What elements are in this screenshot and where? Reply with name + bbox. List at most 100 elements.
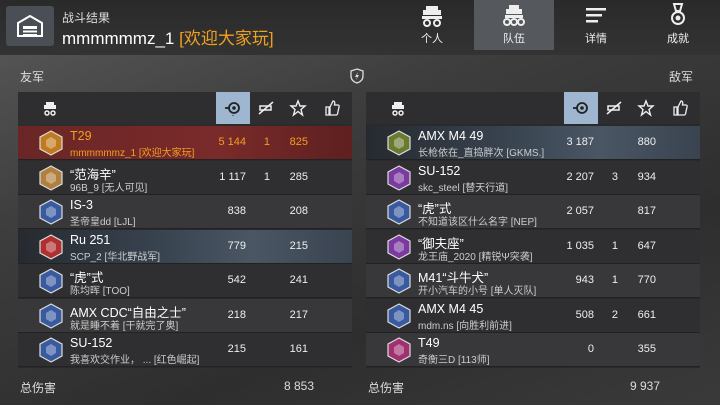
enemy-row[interactable]: SU-152 skc_steel [替天行道] 2 207 3 934 bbox=[366, 160, 700, 195]
home-button[interactable] bbox=[6, 6, 54, 46]
damage-value: 2 207 bbox=[566, 170, 594, 183]
sort-likes-button-enemy[interactable] bbox=[664, 92, 696, 124]
tank-class-badge-icon bbox=[387, 164, 411, 191]
sort-tank-button-enemy[interactable] bbox=[382, 92, 414, 124]
damage-value: 1 117 bbox=[219, 170, 246, 183]
tank-name: Ru 251 bbox=[70, 232, 111, 247]
sort-exp-button-enemy[interactable] bbox=[630, 92, 662, 124]
tank-name: T49 bbox=[418, 336, 440, 350]
tab-achievements[interactable]: 成就 bbox=[638, 0, 718, 50]
sort-kills-button-enemy[interactable] bbox=[598, 92, 630, 124]
exp-value: 215 bbox=[289, 239, 308, 252]
damage-value: 838 bbox=[227, 205, 246, 217]
kills-value: 1 bbox=[611, 239, 618, 252]
enemy-row[interactable]: “御夫座” 龙王庙_2020 [精锐Ψ突袭] 1 035 1 647 bbox=[366, 229, 700, 264]
enemy-row[interactable]: AMX M4 45 mdm.ns [向胜利前进] 508 2 661 bbox=[366, 298, 700, 333]
player-name: 龙王庙_2020 [精锐Ψ突袭] bbox=[418, 251, 533, 263]
sort-kills-button[interactable] bbox=[250, 92, 282, 124]
enemy-row[interactable]: “虎”式 不知道该区什么名字 [NEP] 2 057 817 bbox=[366, 195, 700, 229]
exp-value: 817 bbox=[637, 205, 656, 217]
tank-class-badge-icon bbox=[387, 268, 411, 294]
tank-name: T29 bbox=[70, 129, 92, 143]
star-icon bbox=[637, 99, 655, 117]
allies-total-label: 总伤害 bbox=[20, 381, 57, 395]
tank-class-badge-icon bbox=[39, 233, 63, 260]
tab-details-label: 详情 bbox=[585, 33, 607, 45]
tank-class-badge-icon bbox=[39, 164, 63, 191]
damage-value: 215 bbox=[227, 343, 246, 355]
exp-value: 825 bbox=[289, 136, 308, 148]
tab-details[interactable]: 详情 bbox=[556, 0, 636, 50]
sort-tank-button[interactable] bbox=[34, 92, 66, 124]
allies-panel: T29 mmmmmmz_1 [欢迎大家玩] 5 144 1 825 “范海辛” 96B_9 … bbox=[18, 92, 352, 368]
exp-value: 241 bbox=[289, 274, 308, 286]
exp-value: 934 bbox=[637, 170, 656, 183]
medal-icon bbox=[671, 3, 685, 25]
enemy-row[interactable]: M41“斗牛犬” 开小汽车的小号 [单人灭队] 943 1 770 bbox=[366, 264, 700, 298]
tank-name: SU-152 bbox=[70, 336, 113, 350]
tank-class-badge-icon bbox=[39, 199, 63, 225]
damage-value: 1 035 bbox=[566, 239, 594, 252]
damage-value: 943 bbox=[575, 274, 594, 286]
exp-value: 661 bbox=[637, 308, 656, 321]
tank-column-icon bbox=[44, 102, 56, 116]
sort-likes-button[interactable] bbox=[316, 92, 348, 124]
exp-value: 647 bbox=[637, 239, 656, 252]
player-name: 96B_9 [无人可见] bbox=[70, 182, 148, 194]
enemy-row[interactable]: T49 奇衡三D [113师] 0 355 bbox=[366, 333, 700, 367]
sort-exp-button[interactable] bbox=[282, 92, 314, 124]
exp-value: 880 bbox=[637, 136, 656, 148]
damage-value: 2 057 bbox=[566, 205, 594, 217]
ally-row[interactable]: Ru 251 SCP_2 [华北野战军] 779 215 bbox=[18, 229, 352, 264]
tab-personal-label: 个人 bbox=[421, 33, 443, 45]
kills-value: 1 bbox=[263, 170, 270, 183]
player-name: 圣帝皇dd [LJL] bbox=[70, 217, 136, 228]
tank-name: IS-3 bbox=[70, 198, 93, 212]
player-name: 奇衡三D [113师] bbox=[418, 355, 490, 366]
ally-row[interactable]: SU-152 我喜欢交作业， ... [红色崛起] 215 161 bbox=[18, 333, 352, 367]
player-name: 长枪依在_直捣胖次 [GKMS.] bbox=[418, 148, 545, 159]
versus-icon bbox=[350, 68, 364, 84]
player-name: 就是睡不着 [干就完了奥] bbox=[70, 320, 179, 332]
ally-row[interactable]: AMX CDC“自由之士” 就是睡不着 [干就完了奥] 218 217 bbox=[18, 298, 352, 333]
tank-icon bbox=[422, 6, 442, 27]
thumbs-up-icon bbox=[673, 100, 688, 116]
damage-value: 0 bbox=[587, 343, 594, 355]
damage-value: 779 bbox=[227, 239, 246, 252]
exp-value: 208 bbox=[289, 205, 308, 217]
thumbs-up-icon bbox=[325, 100, 340, 116]
player-name: 我喜欢交作业， ... [红色崛起] bbox=[70, 355, 200, 366]
garage-icon bbox=[17, 15, 43, 37]
damage-value: 3 187 bbox=[566, 136, 594, 148]
player-name: 不知道该区什么名字 [NEP] bbox=[418, 217, 537, 228]
kills-value: 2 bbox=[611, 308, 618, 321]
enemy-row[interactable]: AMX M4 49 长枪依在_直捣胖次 [GKMS.] 3 187 880 bbox=[366, 126, 700, 160]
player-name: mdm.ns [向胜利前进] bbox=[418, 320, 512, 332]
sort-damage-button[interactable] bbox=[216, 92, 250, 124]
ally-row[interactable]: “虎”式 陈均晖 [TOO] 542 241 bbox=[18, 264, 352, 298]
sort-damage-button-enemy[interactable] bbox=[564, 92, 598, 124]
tank-class-badge-icon bbox=[39, 337, 63, 363]
ally-row[interactable]: IS-3 圣帝皇dd [LJL] 838 208 bbox=[18, 195, 352, 229]
tab-team-label: 队伍 bbox=[503, 33, 525, 45]
player-name: 开小汽车的小号 [单人灭队] bbox=[418, 286, 537, 297]
damage-value: 508 bbox=[575, 308, 594, 321]
tank-name: AMX M4 45 bbox=[418, 301, 484, 316]
exp-value: 161 bbox=[289, 343, 308, 355]
destroyed-column-icon bbox=[606, 101, 622, 115]
damage-column-icon bbox=[573, 102, 588, 114]
damage-value: 542 bbox=[227, 274, 246, 286]
ally-row[interactable]: T29 mmmmmmz_1 [欢迎大家玩] 5 144 1 825 bbox=[18, 126, 352, 160]
kills-value: 1 bbox=[263, 136, 270, 148]
tank-class-badge-icon bbox=[387, 302, 411, 329]
damage-value: 218 bbox=[227, 308, 246, 321]
tab-personal[interactable]: 个人 bbox=[392, 0, 472, 50]
header-bar: 战斗结果 mmmmmmz_1 [欢迎大家玩] 个人 队伍 详情 成就 bbox=[0, 0, 720, 55]
enemies-total-damage: 9 937 bbox=[629, 379, 660, 393]
tank-class-badge-icon bbox=[387, 130, 411, 156]
tab-team[interactable]: 队伍 bbox=[474, 0, 554, 50]
ally-row[interactable]: “范海辛” 96B_9 [无人可见] 1 117 1 285 bbox=[18, 160, 352, 195]
kills-value: 3 bbox=[611, 170, 618, 183]
allies-header bbox=[18, 92, 352, 124]
enemies-label: 敌军 bbox=[669, 70, 694, 84]
